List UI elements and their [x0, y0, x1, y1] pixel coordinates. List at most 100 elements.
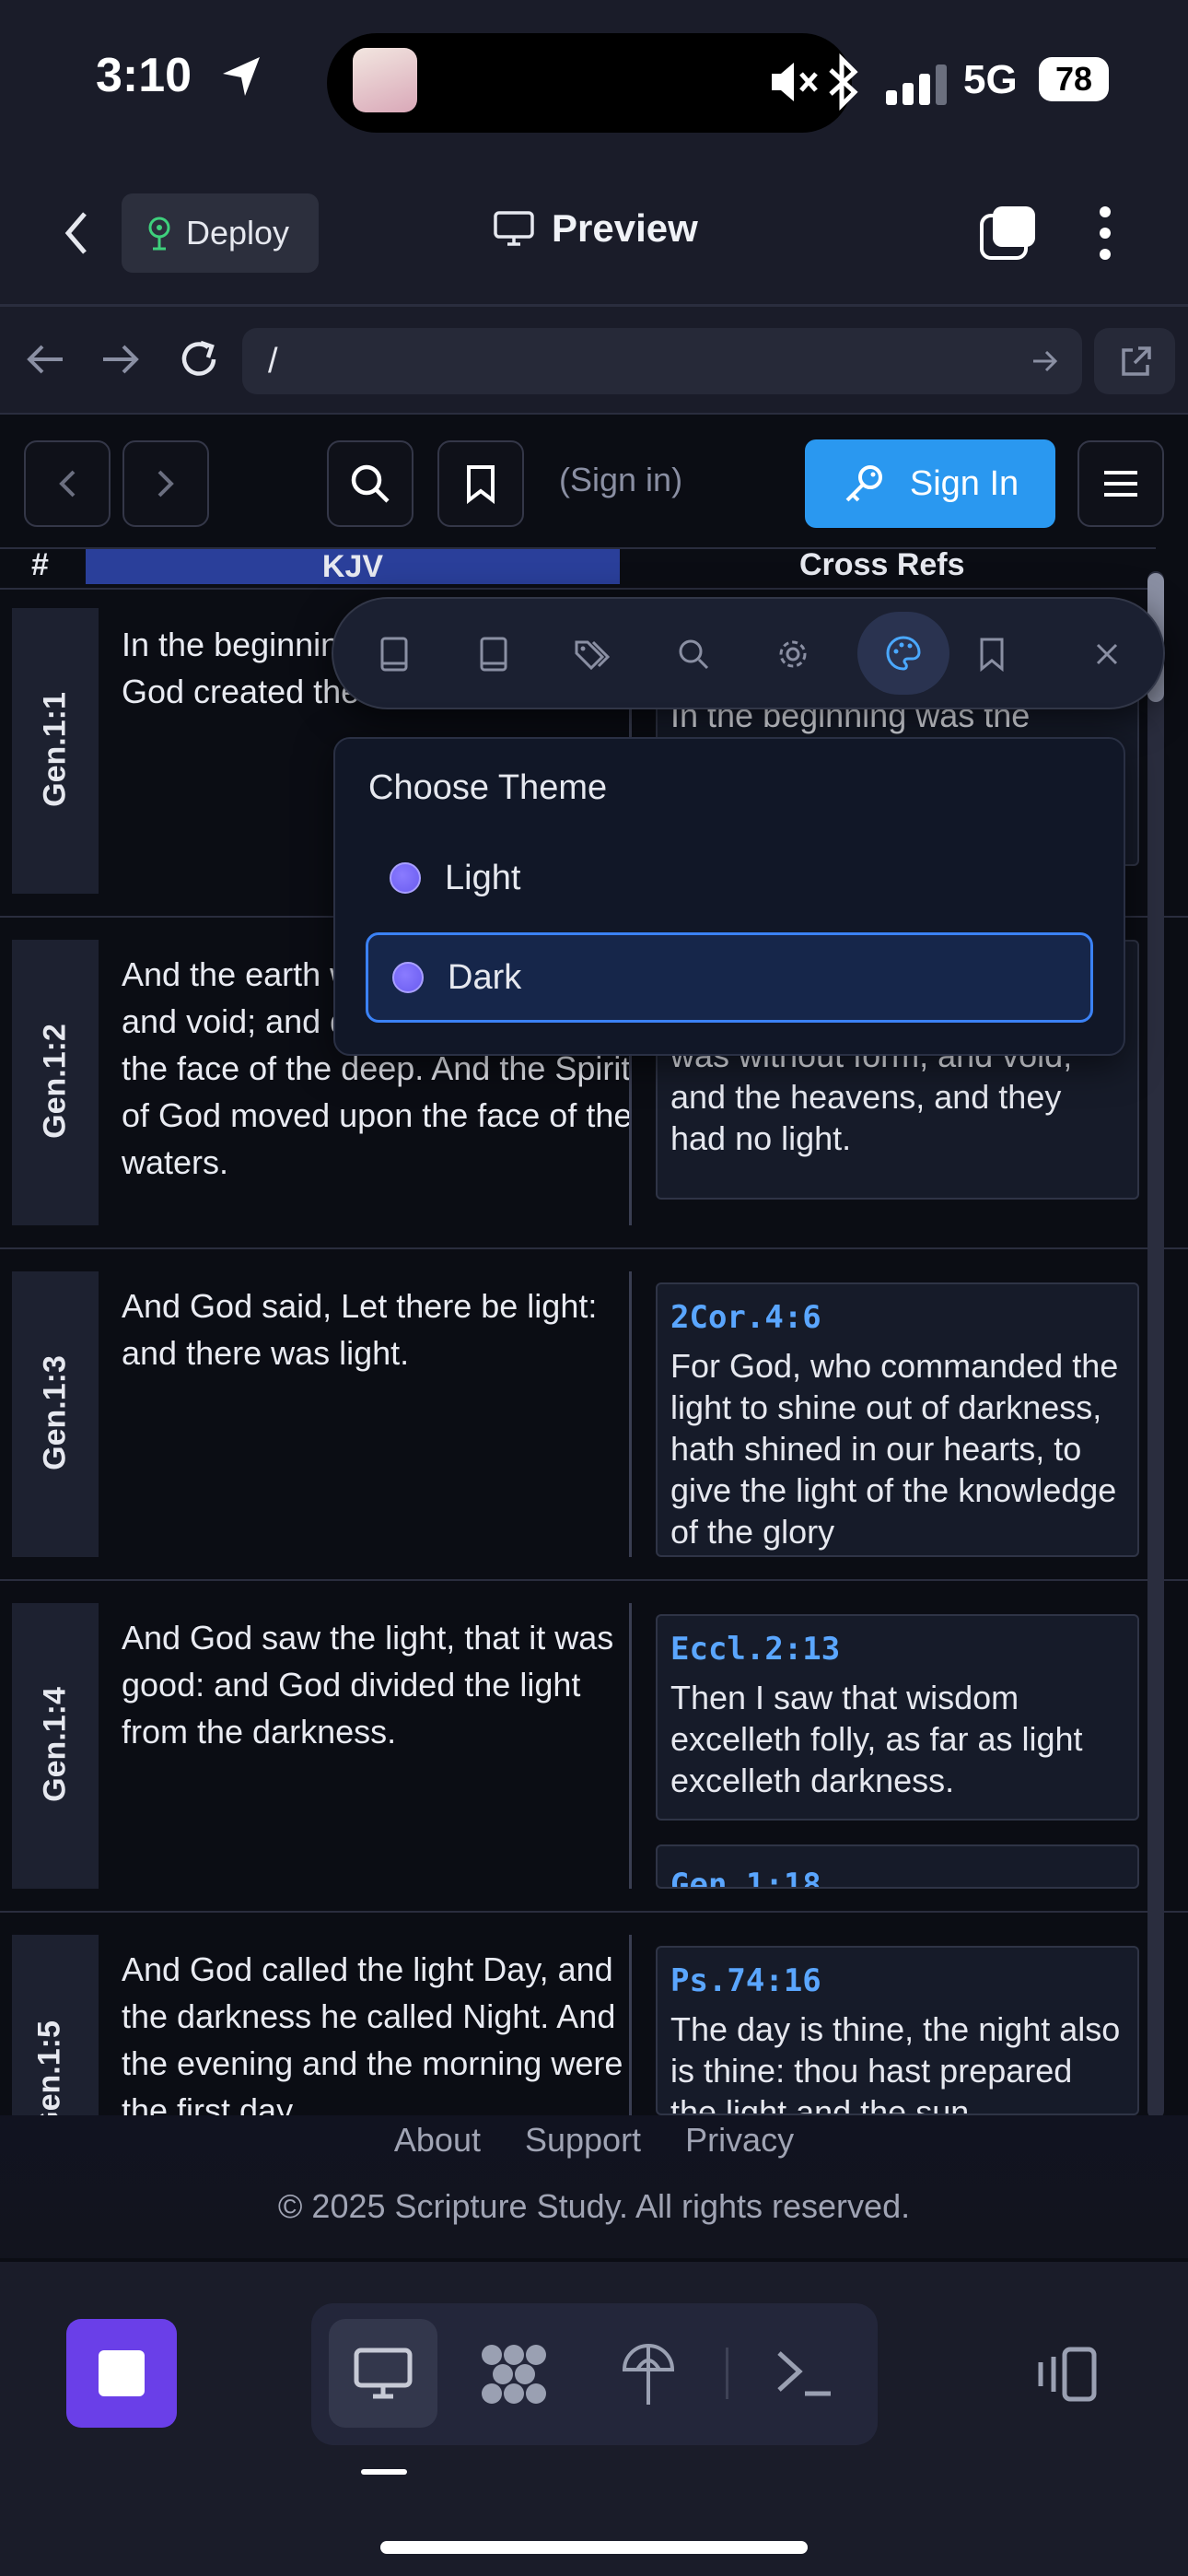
key-icon [845, 465, 882, 502]
clock: 3:10 [96, 49, 192, 102]
browser-back-icon[interactable] [26, 343, 64, 376]
bluetooth-icon [829, 53, 858, 111]
stop-icon [99, 2350, 145, 2396]
chevron-left-icon [59, 470, 76, 498]
cross-ref-card[interactable]: Ps.74:16 The day is thine, the night als… [656, 1946, 1139, 2115]
book-open-icon [480, 637, 507, 672]
prev-chapter-button[interactable] [24, 440, 111, 527]
bookmark-icon [980, 638, 1004, 672]
footer-link-privacy[interactable]: Privacy [685, 2121, 794, 2160]
bookmark-icon [467, 465, 495, 504]
column-divider [629, 1935, 632, 2115]
footer-link-support[interactable]: Support [525, 2121, 641, 2160]
sign-in-label: Sign In [909, 463, 1019, 503]
url-input[interactable]: / [242, 328, 1082, 394]
reload-icon[interactable] [177, 337, 221, 381]
cross-ref-card[interactable]: Gen.1:18 [656, 1844, 1139, 1889]
network-type: 5G [963, 57, 1018, 102]
home-indicator [380, 2541, 808, 2554]
cross-ref-link[interactable]: Gen.1:18 [670, 1867, 1124, 1887]
row-divider [0, 1579, 1188, 1581]
row-divider [0, 1911, 1188, 1913]
stop-button[interactable] [66, 2319, 177, 2428]
verse-text: And God saw the light, that it was good:… [122, 1619, 614, 1751]
verse-ref-cell[interactable]: Gen.1:5 [12, 1935, 99, 2115]
cross-ref-link[interactable]: 2Cor.4:6 [670, 1299, 1124, 1336]
theme-option-label: Dark [448, 957, 522, 997]
verse-ref: Gen.1:5 [31, 2020, 67, 2115]
deploy-icon [148, 217, 170, 251]
book-icon [380, 637, 408, 672]
cross-ref-link[interactable]: Ps.74:16 [670, 1962, 1124, 1999]
verse-ref: Gen.1:1 [37, 692, 73, 807]
deploy-button[interactable]: Deploy [122, 193, 319, 273]
gear-icon [779, 640, 807, 668]
verse-ref-cell[interactable]: Gen.1:2 [12, 940, 99, 1225]
mute-icon [772, 63, 818, 101]
layout-toggle-icon[interactable] [1033, 2346, 1100, 2403]
cross-ref-card[interactable]: Eccl.2:13 Then I saw that wisdom excelle… [656, 1614, 1139, 1821]
next-chapter-button[interactable] [122, 440, 209, 527]
search-button[interactable] [327, 440, 413, 527]
active-tab-indicator [361, 2469, 407, 2475]
cross-ref-text: The day is thine, the night also is thin… [670, 2010, 1121, 2115]
radio-icon [390, 862, 421, 894]
verse-ref-cell[interactable]: Gen.1:3 [12, 1271, 99, 1557]
tabs-icon[interactable] [978, 205, 1039, 262]
footer-link-about[interactable]: About [394, 2121, 481, 2160]
column-header-kjv[interactable]: KJV [86, 549, 620, 584]
toolbar-book-alt-button[interactable] [459, 619, 529, 689]
toolbar-search-button[interactable] [658, 619, 728, 689]
cross-ref-text: For God, who commanded the light to shin… [670, 1347, 1119, 1551]
column-divider [629, 1271, 632, 1557]
scrollbar[interactable] [1147, 571, 1164, 2119]
cross-ref-link[interactable]: Eccl.2:13 [670, 1631, 1124, 1668]
signin-hint: (Sign in) [559, 461, 683, 498]
more-vertical-icon[interactable] [1096, 205, 1114, 262]
footer-links: About Support Privacy [0, 2121, 1188, 2160]
browser-forward-icon[interactable] [101, 343, 140, 376]
column-header-cross-refs[interactable]: Cross Refs [799, 547, 965, 583]
go-arrow-icon[interactable] [1031, 348, 1059, 374]
floating-toolbar [332, 597, 1165, 709]
location-icon [223, 57, 260, 96]
network-icon[interactable] [619, 2338, 678, 2408]
verse-ref-cell[interactable]: Gen.1:1 [12, 608, 99, 894]
terminal-icon[interactable] [775, 2348, 834, 2399]
radio-icon [392, 962, 424, 993]
preview-label: Preview [552, 206, 698, 250]
chevron-right-icon [157, 470, 174, 498]
toolbar-theme-button[interactable] [857, 612, 949, 695]
back-chevron-icon[interactable] [61, 210, 92, 256]
verse-ref: Gen.1:2 [37, 1024, 73, 1139]
toolbar-tags-button[interactable] [558, 619, 628, 689]
open-external-button[interactable] [1094, 328, 1175, 394]
tab-separator [726, 2348, 728, 2399]
cross-ref-card[interactable]: 2Cor.4:6 For God, who commanded the ligh… [656, 1282, 1139, 1557]
signal-icon [886, 64, 947, 105]
theme-option-light[interactable]: Light [366, 833, 1093, 923]
preview-tab[interactable] [329, 2319, 437, 2428]
external-link-icon [1122, 346, 1151, 376]
sign-in-button[interactable]: Sign In [805, 439, 1055, 528]
toolbar-book-button[interactable] [359, 619, 429, 689]
bookmarks-button[interactable] [437, 440, 524, 527]
verse-ref-cell[interactable]: Gen.1:4 [12, 1603, 99, 1889]
search-icon [351, 464, 390, 503]
row-divider [0, 1247, 1188, 1249]
menu-button[interactable] [1077, 440, 1164, 527]
toolbar-bookmark-button[interactable] [957, 619, 1027, 689]
column-divider [629, 1603, 632, 1889]
cross-ref-text: Then I saw that wisdom excelleth folly, … [670, 1679, 1083, 1799]
monitor-icon [494, 211, 534, 246]
close-icon [1096, 643, 1118, 665]
copyright-text: © 2025 Scripture Study. All rights reser… [277, 2187, 911, 2225]
theme-option-label: Light [445, 858, 521, 897]
workflow-icon[interactable] [479, 2342, 549, 2406]
toolbar-close-button[interactable] [1072, 619, 1142, 689]
search-icon [679, 639, 709, 670]
theme-option-dark[interactable]: Dark [366, 932, 1093, 1023]
avatar [353, 48, 417, 112]
preview-title: Preview [493, 206, 698, 251]
toolbar-settings-button[interactable] [758, 619, 828, 689]
